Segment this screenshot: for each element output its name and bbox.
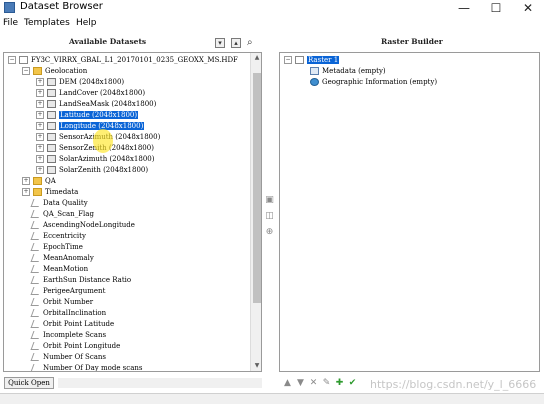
attribute-item[interactable]: Orbit Point Latitude — [30, 319, 114, 330]
menu-file[interactable]: File — [3, 18, 18, 28]
metadata-icon — [310, 67, 319, 75]
tree-geographic-info[interactable]: Geographic Information (empty) — [310, 77, 437, 88]
attribute-icon — [30, 276, 42, 284]
title-bar: Dataset Browser — ☐ ✕ — [0, 0, 544, 16]
tree-root[interactable]: − FY3C_VIRRX_GBAL_L1_20170101_0235_GEOXX_… — [8, 55, 238, 66]
raster-builder-title: Raster Builder — [381, 37, 443, 46]
raster-builder-tree[interactable]: − Raster 1 Metadata (empty) Geographic In… — [279, 52, 540, 372]
edit-icon[interactable]: ✎ — [320, 378, 333, 388]
attribute-item[interactable]: Orbit Point Longitude — [30, 341, 120, 352]
tree-raster-1[interactable]: − Raster 1 — [284, 55, 340, 66]
attribute-item[interactable]: Eccentricity — [30, 231, 86, 242]
attribute-item[interactable]: MeanAnomaly — [30, 253, 94, 264]
raster-toolbar: ▲ ▼ ✕ ✎ ✚ ✔ — [281, 378, 359, 390]
folder-icon — [33, 188, 42, 196]
attribute-icon — [30, 221, 42, 229]
attribute-item[interactable]: EarthSun Distance Ratio — [30, 275, 131, 286]
move-down-icon[interactable]: ▼ — [294, 378, 307, 388]
tree-item-dem[interactable]: + DEM (2048x1800) — [36, 77, 124, 88]
horizontal-scrollbar[interactable] — [58, 378, 262, 388]
globe-icon — [310, 78, 319, 86]
watermark: https://blog.csdn.net/y_l_6666 — [370, 378, 537, 391]
attribute-icon — [30, 232, 42, 240]
collapse-all-button[interactable]: ▾ — [215, 38, 225, 48]
attribute-item[interactable]: Data Quality — [30, 198, 88, 209]
attribute-icon — [30, 298, 42, 306]
raster-icon — [47, 89, 56, 97]
dataset-tree[interactable]: − FY3C_VIRRX_GBAL_L1_20170101_0235_GEOXX_… — [3, 52, 262, 372]
tree-scrollbar[interactable]: ▲ ▼ — [250, 53, 261, 371]
expand-all-button[interactable]: ▴ — [231, 38, 241, 48]
attribute-icon — [30, 320, 42, 328]
attribute-icon — [30, 309, 42, 317]
raster-icon — [47, 122, 56, 130]
attribute-icon — [30, 342, 42, 350]
attribute-icon — [30, 331, 42, 339]
attribute-icon — [30, 199, 42, 207]
menu-templates[interactable]: Templates — [24, 18, 70, 28]
folder-icon — [33, 67, 42, 75]
menu-help[interactable]: Help — [76, 18, 97, 28]
attribute-icon — [30, 353, 42, 361]
tree-item-landseamask[interactable]: + LandSeaMask (2048x1800) — [36, 99, 156, 110]
attribute-icon — [30, 254, 42, 262]
raster-icon — [47, 133, 56, 141]
tree-timedata[interactable]: + Timedata — [22, 187, 78, 198]
close-button[interactable]: ✕ — [512, 0, 544, 16]
maximize-button[interactable]: ☐ — [480, 0, 512, 16]
attribute-item[interactable]: EpochTime — [30, 242, 83, 253]
tree-item-longitude[interactable]: + Longitude (2048x1800) — [36, 121, 145, 132]
raster-icon — [47, 166, 56, 174]
zoom-icon[interactable]: ⊕ — [264, 227, 275, 238]
attribute-icon — [30, 243, 42, 251]
tree-item-latitude[interactable]: + Latitude (2048x1800) — [36, 110, 139, 121]
tree-item-solarazimuth[interactable]: + SolarAzimuth (2048x1800) — [36, 154, 154, 165]
tree-item-solarzenith[interactable]: + SolarZenith (2048x1800) — [36, 165, 148, 176]
raster-icon — [47, 144, 56, 152]
tree-metadata[interactable]: Metadata (empty) — [310, 66, 386, 77]
add-to-raster-icon[interactable]: ▣ — [264, 195, 275, 206]
app-icon — [4, 2, 15, 13]
quick-open-button[interactable]: Quick Open — [4, 377, 54, 389]
attribute-item[interactable]: Number Of Day mode scans — [30, 363, 142, 371]
delete-icon[interactable]: ✕ — [307, 378, 320, 388]
window-title: Dataset Browser — [20, 1, 103, 12]
attribute-item[interactable]: Number Of Scans — [30, 352, 106, 363]
tree-geolocation[interactable]: − Geolocation — [22, 66, 87, 77]
folder-icon — [33, 177, 42, 185]
attribute-icon — [30, 210, 42, 218]
raster-icon — [295, 56, 304, 64]
raster-icon — [47, 111, 56, 119]
scroll-up-icon[interactable]: ▲ — [251, 53, 261, 63]
menu-bar: File Templates Help — [0, 16, 544, 32]
attribute-item[interactable]: Incomplete Scans — [30, 330, 106, 341]
search-icon[interactable]: ⌕ — [247, 38, 253, 48]
copy-icon[interactable]: ◫ — [264, 211, 275, 222]
hdf-file-icon — [19, 56, 28, 64]
move-up-icon[interactable]: ▲ — [281, 378, 294, 388]
run-icon[interactable]: ✔ — [346, 378, 359, 388]
attribute-icon — [30, 287, 42, 295]
attribute-icon — [30, 265, 42, 273]
tree-item-landcover[interactable]: + LandCover (2048x1800) — [36, 88, 145, 99]
raster-icon — [47, 78, 56, 86]
minimize-button[interactable]: — — [448, 0, 480, 16]
attribute-item[interactable]: MeanMotion — [30, 264, 88, 275]
attribute-icon — [30, 364, 42, 371]
add-icon[interactable]: ✚ — [333, 378, 346, 388]
scroll-down-icon[interactable]: ▼ — [251, 361, 261, 371]
tree-qa[interactable]: + QA — [22, 176, 56, 187]
attribute-item[interactable]: OrbitalInclination — [30, 308, 106, 319]
available-datasets-title: Available Datasets — [69, 37, 147, 46]
raster-icon — [47, 155, 56, 163]
attribute-item[interactable]: Orbit Number — [30, 297, 93, 308]
scroll-thumb[interactable] — [253, 73, 261, 303]
cursor-highlight — [93, 129, 113, 153]
attribute-item[interactable]: AscendingNodeLongitude — [30, 220, 135, 231]
raster-icon — [47, 100, 56, 108]
status-bar — [0, 393, 544, 404]
attribute-item[interactable]: QA_Scan_Flag — [30, 209, 94, 220]
attribute-item[interactable]: PerigeeArgument — [30, 286, 105, 297]
